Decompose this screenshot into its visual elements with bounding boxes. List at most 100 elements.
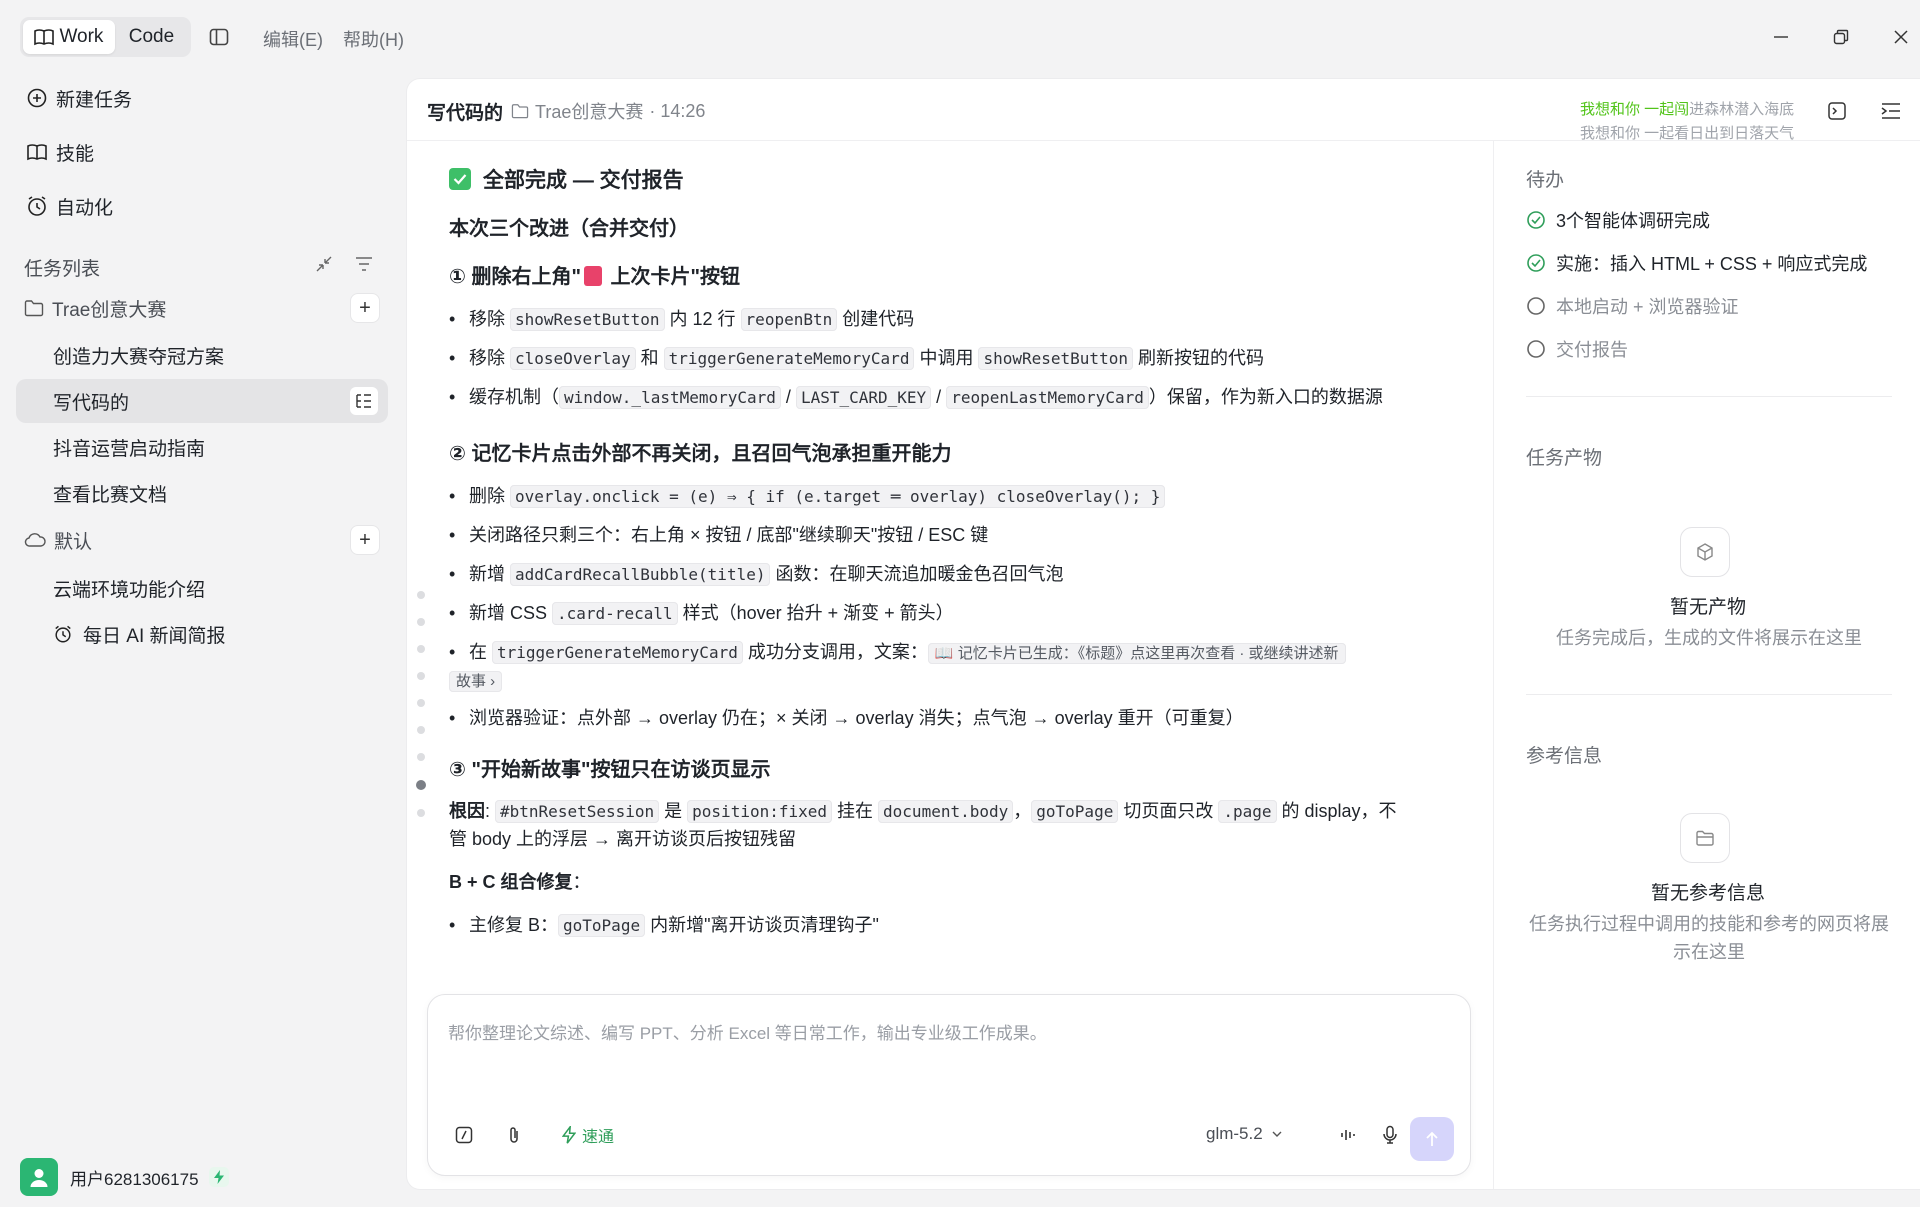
folder-icon [24,300,44,317]
inline-code: window._lastMemoryCard [559,386,781,409]
scroll-dot[interactable] [417,753,425,761]
close-icon[interactable] [1886,22,1916,52]
mode-work-button[interactable]: Work [23,20,115,54]
filter-icon[interactable] [352,252,376,276]
scroll-dot[interactable] [417,591,425,599]
sidebar-item-skills[interactable]: 技能 [26,132,94,172]
text: / [931,387,947,407]
text: 缓存机制（ [469,387,559,407]
add-task-button[interactable]: + [350,525,380,555]
empty-circle-icon [1527,340,1545,358]
empty-circle-icon [1527,297,1545,315]
user-bar[interactable]: 用户6281306175 [20,1158,229,1196]
conversation-title: 写代码的 [427,103,504,124]
task-item[interactable]: 创造力大赛夺冠方案 [16,333,388,377]
collapse-icon[interactable] [312,252,336,276]
check-circle-icon [1527,254,1545,272]
list-item: 删除 overlay.onclick = (e) ⇒ { if (e.targe… [449,482,1166,511]
fast-mode-toggle[interactable]: 速通 [562,1123,614,1147]
slash-command-icon[interactable] [450,1121,478,1149]
model-name: glm-5.2 [1206,1124,1263,1143]
task-item[interactable]: 云端环境功能介绍 [16,566,388,610]
text: 删除 [469,486,511,506]
chevron-down-icon [1272,1131,1282,1137]
text: 的 display，不 [1276,801,1397,821]
root-cause-line: 根因: #btnResetSession 是 position:fixed 挂在… [449,797,1397,826]
text: 新增 CSS [469,603,553,623]
clock-icon [28,196,46,216]
report-heading: 全部完成 — 交付报告 [449,164,684,194]
avatar [20,1158,58,1196]
todo-item: 交付报告 [1526,336,1628,362]
text: 在 [469,642,493,662]
panel-toggle-icon[interactable] [1877,97,1905,125]
mode-work-label: Work [59,26,104,47]
lyric-rest: 进森林潜入海底 [1689,101,1795,118]
arrow-up-icon [1426,1131,1438,1146]
sidebar-item-label: 新建任务 [56,89,133,111]
send-button[interactable] [1410,1117,1454,1161]
inline-code: triggerGenerateMemoryCard [492,641,743,664]
attachment-icon[interactable] [500,1121,528,1149]
task-tree-icon[interactable] [350,387,378,415]
mode-code-button[interactable]: Code [115,20,188,54]
message-scroll-indicator[interactable] [415,591,427,836]
section-2-title: ② 记忆卡片点击外部不再关闭，且召回气泡承担重开能力 [449,443,952,465]
quote-chip: 📖 记忆卡片已生成：《标题》点这里再次查看 · 或继续讲述新 [927,643,1346,664]
scroll-dot[interactable] [417,726,425,734]
quote-chip-continuation: 故事 › [449,666,503,696]
add-task-button[interactable]: + [350,293,380,323]
inline-code: goToPage [1031,800,1119,823]
list-item: 移除 closeOverlay 和 triggerGenerateMemoryC… [449,344,1264,373]
menu-help[interactable]: 帮助(H) [343,26,404,52]
text: 主修复 B： [469,915,559,935]
list-item: 关闭路径只剩三个：右上角 × 按钮 / 底部"继续聊天"按钮 / ESC 键 [449,521,988,549]
conversation-time: · 14:26 [649,100,706,121]
text: ）保留，作为新入口的数据源 [1148,387,1383,407]
inline-code: goToPage [558,914,646,937]
scroll-dot[interactable] [417,699,425,707]
minimize-icon[interactable] [1766,22,1796,52]
user-name: 用户6281306175 [70,1169,199,1189]
refs-empty-desc: 任务执行过程中调用的技能和参考的网页将展示在这里 [1529,914,1889,962]
group-label: 默认 [54,531,93,553]
sidebar-toggle-icon[interactable] [206,24,232,50]
group-default[interactable]: 默认 [24,520,92,560]
divider [1526,694,1892,695]
restore-icon[interactable] [1826,22,1856,52]
text: 浏览器验证：点外部 → overlay 仍在；× 关闭 → overlay 消失… [469,708,1244,728]
sidebar-item-new-task[interactable]: 新建任务 [26,78,132,118]
lyric-highlight: 我想和你 一起闯 [1580,101,1690,118]
menu-edit[interactable]: 编辑(E) [263,26,323,52]
scroll-dot[interactable] [417,672,425,680]
fast-mode-label: 速通 [582,1129,615,1146]
task-list-title: 任务列表 [24,259,101,280]
list-item: 新增 addCardRecallBubble(title) 函数：在聊天流追加暖… [449,560,1063,589]
group-trae[interactable]: Trae创意大赛 [24,288,166,328]
task-item-active[interactable]: 写代码的 [16,379,388,423]
inline-code: .card-recall [552,602,678,625]
microphone-icon[interactable] [1376,1121,1404,1149]
model-selector[interactable]: glm-5.2 [1206,1124,1283,1144]
todo-label: 本地启动 + 浏览器验证 [1556,297,1739,317]
task-item[interactable]: 抖音运营启动指南 [16,425,388,469]
terminal-icon[interactable] [1823,97,1851,125]
scroll-dot[interactable] [417,809,425,817]
task-item[interactable]: 查看比赛文档 [16,471,388,515]
scroll-dot[interactable] [417,618,425,626]
inline-code: showResetButton [978,347,1133,370]
scroll-dot-active[interactable] [416,780,426,790]
text: 函数：在聊天流追加暖金色召回气泡 [770,564,1064,584]
sidebar-item-automation[interactable]: 自动化 [26,186,113,226]
section-1-title-a: ① 删除右上角" [449,266,581,288]
voice-wave-icon[interactable] [1334,1121,1362,1149]
list-item: 移除 showResetButton 内 12 行 reopenBtn 创建代码 [449,305,914,334]
bolt-icon [208,1167,229,1187]
message-composer[interactable]: 帮你整理论文综述、编写 PPT、分析 Excel 等日常工作，输出专业级工作成果… [427,994,1471,1176]
text: 切页面只改 [1118,801,1219,821]
task-item-scheduled[interactable]: 每日 AI 新闻简报 [16,612,388,656]
artifacts-empty-title: 暂无产物 [1669,597,1746,618]
scroll-dot[interactable] [417,645,425,653]
refs-empty-title: 暂无参考信息 [1650,883,1765,904]
inline-code: showResetButton [510,308,665,331]
